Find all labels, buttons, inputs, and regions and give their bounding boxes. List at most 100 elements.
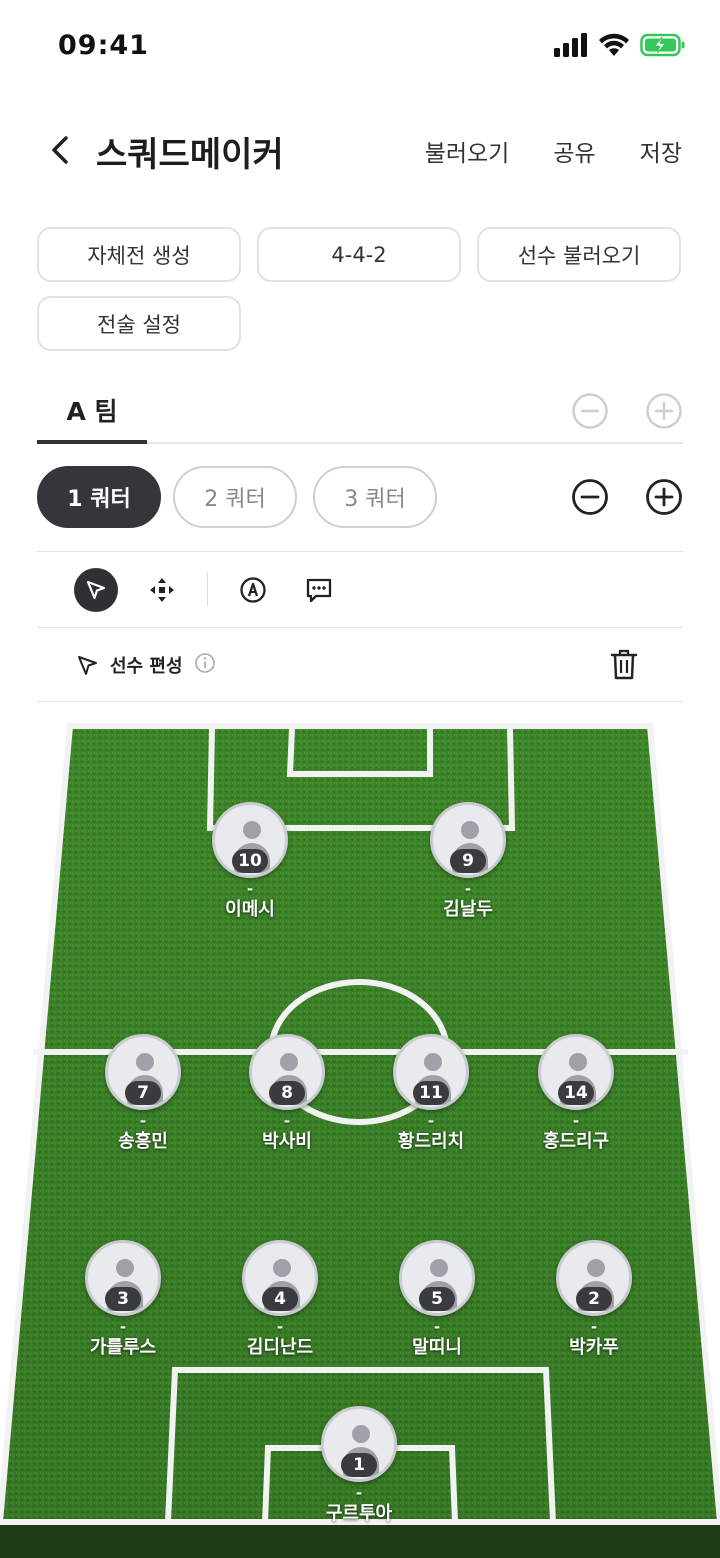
- page-title: 스쿼드메이커: [96, 135, 284, 175]
- player-sub-label: -: [283, 1112, 291, 1130]
- player-number: 1: [341, 1453, 377, 1477]
- player-avatar: 4: [242, 1240, 318, 1316]
- player-sub-label: -: [427, 1112, 435, 1130]
- tab-team-a[interactable]: A 팀: [37, 380, 147, 444]
- load-button[interactable]: 불러오기: [425, 134, 510, 168]
- player-name: 송흥민: [118, 1131, 168, 1152]
- player-token[interactable]: 3 - 가를루스: [63, 1240, 183, 1360]
- load-players-chip[interactable]: 선수 불러오기: [477, 227, 681, 282]
- info-icon[interactable]: [194, 652, 216, 674]
- minus-circle-icon: [572, 479, 608, 515]
- divider: [37, 701, 683, 702]
- status-bar: 09:41: [0, 0, 720, 90]
- avatar-head-icon: [461, 821, 479, 839]
- tool-separator: [207, 572, 208, 606]
- avatar-head-icon: [569, 1053, 587, 1071]
- player-token[interactable]: 9 - 김날두: [408, 802, 528, 922]
- team-tabs: A 팀: [37, 380, 683, 444]
- remove-quarter-button[interactable]: [571, 478, 609, 520]
- player-token[interactable]: 5 - 말띠니: [377, 1240, 497, 1360]
- save-button[interactable]: 저장: [640, 134, 682, 168]
- player-number: 8: [269, 1081, 305, 1105]
- player-number: 14: [558, 1081, 594, 1105]
- player-avatar: 9: [430, 802, 506, 878]
- player-number: 3: [105, 1287, 141, 1311]
- avatar-head-icon: [136, 1053, 154, 1071]
- back-button[interactable]: [44, 130, 76, 170]
- player-name: 김디난드: [246, 1337, 314, 1358]
- player-token[interactable]: 1 - 구르투아: [299, 1406, 419, 1526]
- option-chip-row-2: 전술 설정: [37, 296, 683, 351]
- option-chip-row: 자체전 생성 4-4-2 선수 불러오기: [37, 227, 683, 282]
- battery-charging-icon: [640, 33, 685, 57]
- player-token[interactable]: 4 - 김디난드: [220, 1240, 340, 1360]
- tactics-chip[interactable]: 전술 설정: [37, 296, 241, 351]
- plus-circle-icon: [646, 479, 682, 515]
- add-quarter-button[interactable]: [645, 478, 683, 520]
- player-name: 박카푸: [569, 1337, 619, 1358]
- player-avatar: 8: [249, 1034, 325, 1110]
- mode-label: 선수 편성: [110, 656, 183, 677]
- draw-tool-button[interactable]: [231, 568, 275, 612]
- player-name: 말띠니: [412, 1337, 462, 1358]
- delete-button[interactable]: [608, 648, 640, 682]
- plus-circle-icon: [646, 393, 682, 429]
- share-button[interactable]: 공유: [553, 134, 595, 168]
- player-number: 7: [125, 1081, 161, 1105]
- move-arrows-icon: [150, 578, 174, 602]
- player-number: 5: [419, 1287, 455, 1311]
- player-name: 구르투아: [325, 1503, 393, 1524]
- quarter-3-chip[interactable]: 3 쿼터: [313, 466, 437, 528]
- player-avatar: 3: [85, 1240, 161, 1316]
- avatar-head-icon: [273, 1259, 291, 1277]
- player-token[interactable]: 11 - 황드리치: [371, 1034, 491, 1154]
- add-team-button[interactable]: [645, 392, 683, 434]
- player-token[interactable]: 2 - 박카푸: [534, 1240, 654, 1360]
- player-token[interactable]: 8 - 박사비: [227, 1034, 347, 1154]
- trash-icon: [610, 649, 638, 680]
- player-sub-label: -: [119, 1318, 127, 1336]
- formation-chip[interactable]: 4-4-2: [257, 227, 461, 282]
- minus-circle-icon: [572, 393, 608, 429]
- player-token[interactable]: 10 - 이메시: [190, 802, 310, 922]
- cursor-arrow-icon: [86, 580, 106, 600]
- move-tool-button[interactable]: [140, 568, 184, 612]
- create-match-chip[interactable]: 자체전 생성: [37, 227, 241, 282]
- player-name: 박사비: [262, 1131, 312, 1152]
- pen-circle-icon: [240, 577, 266, 603]
- player-avatar: 14: [538, 1034, 614, 1110]
- select-tool-button[interactable]: [74, 568, 118, 612]
- player-name: 가를루스: [89, 1337, 157, 1358]
- player-token[interactable]: 7 - 송흥민: [83, 1034, 203, 1154]
- player-number: 9: [450, 849, 486, 873]
- avatar-head-icon: [587, 1259, 605, 1277]
- soccer-pitch[interactable]: 10- 이메시 9- 김날두 7- 송흥민 8- 박사비 11- 황드리치 14- 홍드리구 3- 가를루…: [0, 722, 720, 1558]
- avatar-head-icon: [280, 1053, 298, 1071]
- player-avatar: 1: [321, 1406, 397, 1482]
- signal-icon: [554, 33, 587, 57]
- player-name: 황드리치: [397, 1131, 465, 1152]
- player-number: 2: [576, 1287, 612, 1311]
- player-sub-label: -: [590, 1318, 598, 1336]
- avatar-head-icon: [424, 1053, 442, 1071]
- quarter-1-chip[interactable]: 1 쿼터: [37, 466, 161, 528]
- cursor-arrow-icon: [78, 656, 97, 675]
- remove-team-button[interactable]: [571, 392, 609, 434]
- player-number: 10: [232, 849, 268, 873]
- comment-tool-button[interactable]: [297, 568, 341, 612]
- player-avatar: 11: [393, 1034, 469, 1110]
- wifi-icon: [599, 33, 629, 56]
- quarter-row: 1 쿼터 2 쿼터 3 쿼터: [37, 466, 683, 530]
- player-avatar: 10: [212, 802, 288, 878]
- app-header: 스쿼드메이커 불러오기 공유 저장: [0, 110, 720, 190]
- player-avatar: 2: [556, 1240, 632, 1316]
- divider: [37, 627, 683, 628]
- player-sub-label: -: [433, 1318, 441, 1336]
- avatar-head-icon: [430, 1259, 448, 1277]
- avatar-head-icon: [116, 1259, 134, 1277]
- avatar-head-icon: [243, 821, 261, 839]
- player-sub-label: -: [464, 880, 472, 898]
- player-token[interactable]: 14 - 홍드리구: [516, 1034, 636, 1154]
- quarter-2-chip[interactable]: 2 쿼터: [173, 466, 297, 528]
- chevron-left-icon: [52, 136, 68, 164]
